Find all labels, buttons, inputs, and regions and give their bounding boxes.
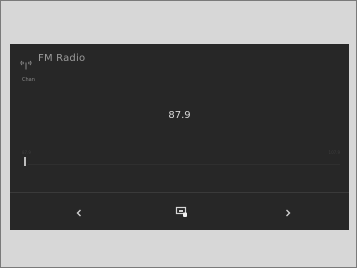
- app-title: FM Radio: [38, 53, 86, 64]
- tuner-needle[interactable]: [24, 157, 26, 166]
- next-button[interactable]: [276, 201, 300, 223]
- chevron-left-icon: [75, 203, 83, 222]
- channel-label: Chan: [22, 77, 35, 83]
- tuner-track[interactable]: [28, 164, 340, 165]
- radio-screen: FM Radio Chan 87.9 87.9 107.9: [10, 44, 349, 230]
- presets-icon: [175, 203, 189, 222]
- screenshot-frame: FM Radio Chan 87.9 87.9 107.9: [0, 0, 357, 268]
- previous-button[interactable]: [67, 201, 91, 223]
- presets-button[interactable]: [170, 201, 194, 223]
- radio-antenna-icon: [20, 55, 32, 70]
- tuner-min-label: 87.9: [22, 150, 31, 155]
- current-frequency: 87.9: [168, 110, 191, 121]
- header: FM Radio: [10, 44, 349, 74]
- footer-controls: [10, 193, 349, 230]
- chevron-right-icon: [284, 203, 292, 222]
- tuner-slider[interactable]: 87.9 107.9: [20, 146, 340, 172]
- tuner-max-label: 107.9: [328, 150, 340, 155]
